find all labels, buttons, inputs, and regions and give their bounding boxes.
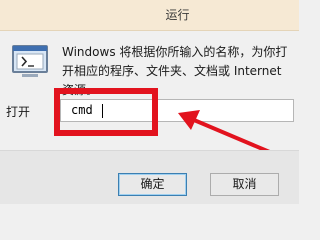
- run-window-icon: [12, 45, 48, 77]
- open-label: 打开: [6, 105, 31, 119]
- window-title: 运行: [165, 8, 190, 22]
- title-bar: 运行: [0, 0, 299, 31]
- ok-button[interactable]: 确定: [118, 173, 187, 196]
- cancel-button[interactable]: 取消: [210, 173, 279, 196]
- annotation-highlight-box: [54, 88, 158, 136]
